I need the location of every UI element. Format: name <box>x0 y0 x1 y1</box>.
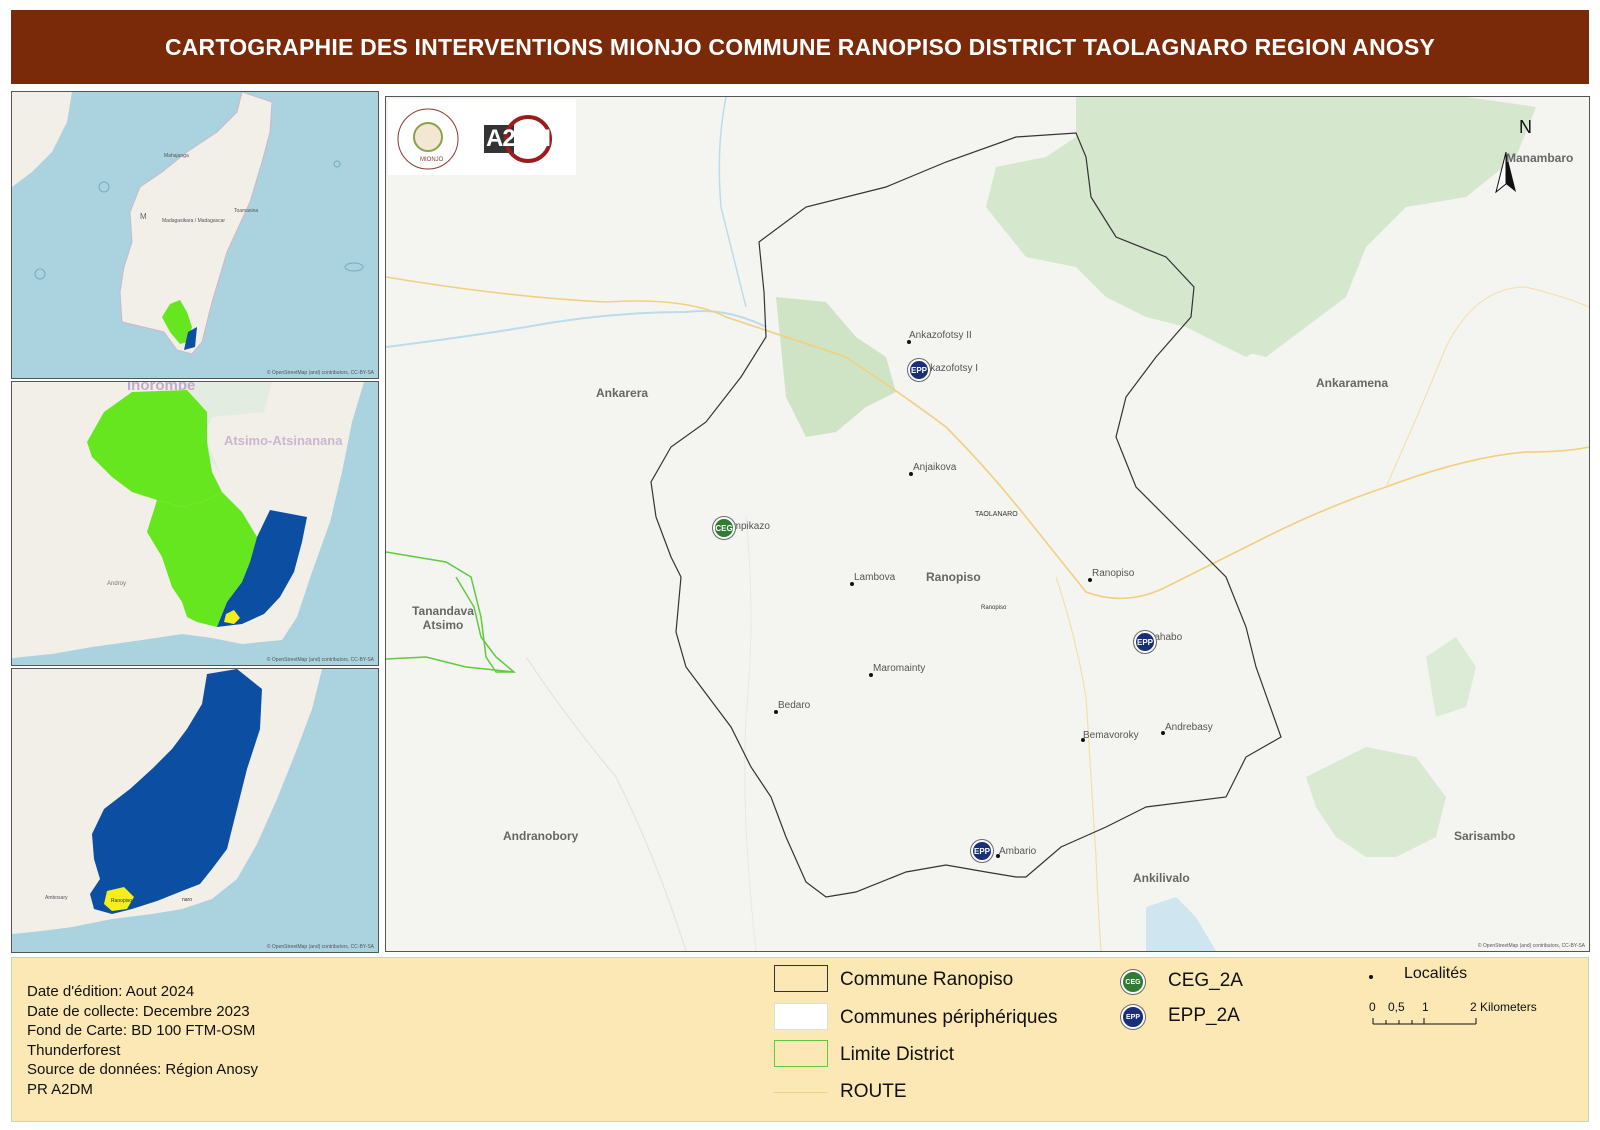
localite-label: Bemavoroky <box>1083 730 1139 741</box>
main-map-svg <box>386 97 1589 951</box>
project-name: PR A2DM <box>27 1080 93 1098</box>
scale-bar-graphic <box>1372 1018 1477 1025</box>
commune-label: Ankilivalo <box>1133 871 1190 885</box>
localite-label: Lambova <box>854 572 896 583</box>
label-ihorombe: Ihorombe <box>127 382 195 394</box>
basemap-source: Fond de Carte: BD 100 FTM-OSM <box>27 1022 256 1039</box>
main-map: MIONJO A2DM N Ankarera Ankaramena Tanand… <box>385 96 1590 952</box>
legend-epp-icon: EPP <box>1121 1005 1145 1029</box>
label-androy: Androy <box>107 581 126 587</box>
collection-date: Date de collecte: Decembre 2023 <box>27 1002 250 1020</box>
epp-marker-ankazofotsy[interactable]: EPP <box>908 359 930 381</box>
legend-swatch-district <box>774 1040 828 1067</box>
commune-label: Sarisambo <box>1454 829 1516 843</box>
commune-label: Ranopiso <box>926 570 981 584</box>
label-ambosary: Ambosary <box>45 895 68 901</box>
label-m: M <box>140 212 147 221</box>
north-label: N <box>1519 117 1532 137</box>
logo-box: MIONJO A2DM <box>388 99 576 175</box>
commune-label: Tanandava Atsimo <box>412 604 474 632</box>
inset1-attribution: © OpenStreetMap (and) contributors, CC-B… <box>266 370 374 376</box>
epp-marker-mahabo[interactable]: EPP <box>1134 631 1156 653</box>
data-source: Source de données: Région Anosy <box>27 1061 258 1078</box>
map-metadata: Date d'édition: Aout 2024 Date de collec… <box>27 982 258 1099</box>
label-atsimo-atsinanana: Atsimo-Atsinanana <box>224 433 343 448</box>
localite-label: Ankazofotsy II <box>909 330 972 341</box>
localite-label: Anjaikova <box>913 462 957 473</box>
edition-date: Date d'édition: Aout 2024 <box>27 983 195 1000</box>
legend-epp-label: EPP_2A <box>1168 1005 1240 1026</box>
legend-swatch-route <box>774 1092 828 1093</box>
label-naro: naro <box>182 897 192 903</box>
small-label: TAOLANARO <box>975 511 1018 518</box>
district-svg: Ambosary Ranopiso naro <box>12 669 378 952</box>
legend-localites-label: Localités <box>1404 965 1468 982</box>
localite-label: Ranopiso <box>1092 568 1135 579</box>
commune-label: Manambaro <box>1506 151 1574 165</box>
main-attribution: © OpenStreetMap (and) contributors, CC-B… <box>1477 943 1585 949</box>
epp-marker-ambario[interactable]: EPP <box>971 840 993 862</box>
inset3-attribution: © OpenStreetMap (and) contributors, CC-B… <box>266 944 374 950</box>
label-mahajanga: Mahajanga <box>164 153 189 159</box>
legend-panel: Date d'édition: Aout 2024 Date de collec… <box>11 957 1589 1122</box>
localite-label: Andrebasy <box>1165 722 1213 733</box>
madagascar-svg: Mahajanga Madagasikara / Madagascar M To… <box>12 92 378 378</box>
localite-label: Ambario <box>999 846 1037 857</box>
legend-commune-label: Commune Ranopiso <box>840 969 1014 990</box>
map-title: CARTOGRAPHIE DES INTERVENTIONS MIONJO CO… <box>164 33 1436 60</box>
label-ranopiso-inset: Ranopiso <box>111 898 132 904</box>
localite-label: Bedaro <box>778 700 811 711</box>
ceg-marker-ampikazo[interactable]: CEG <box>713 517 735 539</box>
legend-route-label: ROUTE <box>840 1081 907 1102</box>
title-bar: CARTOGRAPHIE DES INTERVENTIONS MIONJO CO… <box>11 10 1589 84</box>
scale-tick-0: 0 <box>1369 1000 1376 1014</box>
commune-label: Ankarera <box>596 386 649 400</box>
commune-label: Andranobory <box>503 829 579 843</box>
scale-tick-1: 1 <box>1422 1000 1429 1014</box>
localite-label: Maromainty <box>873 663 926 674</box>
legend-peripheral-label: Communes périphériques <box>840 1007 1058 1028</box>
legend-swatch-commune <box>774 965 828 992</box>
legend-ceg-label: CEG_2A <box>1168 970 1243 991</box>
legend-swatch-peripheral <box>774 1003 828 1030</box>
inset-map-region: Ihorombe Atsimo-Atsinanana Androy © Open… <box>11 381 379 666</box>
basemap-thunderforest: Thunderforest <box>27 1041 121 1059</box>
legend-ceg-icon: CEG <box>1121 970 1145 994</box>
label-madagascar: Madagasikara / Madagascar <box>162 218 225 224</box>
region-svg: Ihorombe Atsimo-Atsinanana Androy <box>12 382 378 665</box>
legend-localite-dot <box>1369 975 1373 979</box>
inset2-attribution: © OpenStreetMap (and) contributors, CC-B… <box>266 657 374 663</box>
inset-map-madagascar: Mahajanga Madagasikara / Madagascar M To… <box>11 91 379 379</box>
mionjo-logo-text: MIONJO <box>420 157 444 163</box>
a2dm-logo-text: A2DM <box>486 125 551 152</box>
label-toamasina: Toamasina <box>234 208 258 214</box>
legend-district-label: Limite District <box>840 1044 955 1065</box>
small-label: Ranopiso <box>981 605 1007 611</box>
scale-tick-05: 0,5 <box>1388 1000 1405 1014</box>
inset-map-district: Ambosary Ranopiso naro © OpenStreetMap (… <box>11 668 379 953</box>
scale-tick-2: 2 Kilometers <box>1470 1000 1537 1014</box>
commune-label: Ankaramena <box>1316 376 1389 390</box>
